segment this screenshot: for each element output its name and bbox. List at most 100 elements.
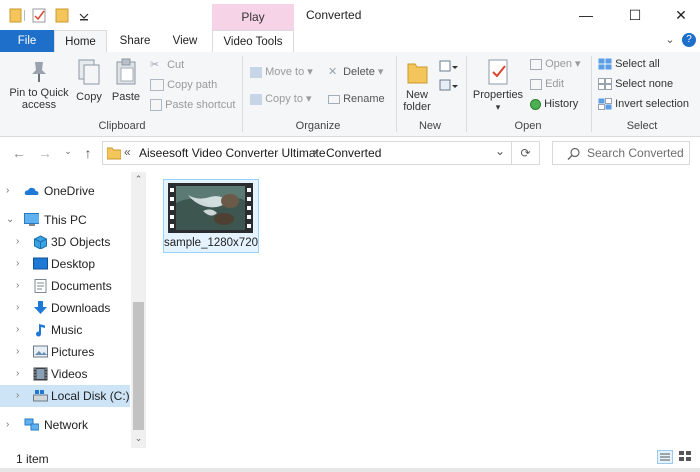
nav-item-network[interactable]: › Network: [0, 414, 130, 436]
cloud-icon: [24, 187, 39, 195]
new-folder-label: New folder: [403, 89, 431, 113]
select-none-button[interactable]: Select none: [598, 75, 673, 93]
chevron-down-icon[interactable]: ⌄: [6, 209, 14, 231]
breadcrumb-chevron-icon[interactable]: ›: [313, 145, 317, 159]
paste-shortcut-button[interactable]: Paste shortcut: [150, 96, 235, 114]
scroll-down-chevron-icon[interactable]: ⌄: [131, 433, 146, 444]
up-arrow-icon[interactable]: ↑: [80, 145, 96, 161]
copy-button[interactable]: Copy: [74, 58, 104, 103]
nav-item-documents[interactable]: › Documents: [0, 275, 130, 297]
nav-item-label: Desktop: [51, 257, 96, 271]
tab-home[interactable]: Home: [54, 30, 107, 52]
breadcrumb-overflow[interactable]: «: [124, 145, 131, 159]
details-view-button[interactable]: [657, 450, 673, 464]
chevron-right-icon[interactable]: ›: [16, 319, 19, 341]
edit-button[interactable]: Edit: [530, 75, 564, 93]
help-icon[interactable]: ?: [682, 33, 696, 47]
chevron-right-icon[interactable]: ›: [16, 385, 19, 407]
select-all-icon: [598, 58, 612, 70]
nav-item-local-disk[interactable]: › Local Disk (C:): [0, 385, 130, 407]
minimize-button[interactable]: —: [563, 0, 609, 30]
cut-button[interactable]: ✂ Cut: [150, 56, 184, 74]
paste-button[interactable]: Paste: [110, 58, 142, 103]
copy-path-button[interactable]: Copy path: [150, 76, 217, 94]
chevron-right-icon[interactable]: ›: [16, 253, 19, 275]
properties-label: Properties: [472, 89, 524, 101]
chevron-right-icon[interactable]: ›: [16, 341, 19, 363]
search-input[interactable]: [587, 143, 685, 163]
breadcrumb-item[interactable]: Aiseesoft Video Converter Ultimate: [139, 146, 326, 160]
status-bar: [0, 448, 700, 468]
nav-item-3d-objects[interactable]: › 3D Objects: [0, 231, 130, 253]
close-button[interactable]: ✕: [658, 0, 700, 30]
open-button[interactable]: Open ▾: [530, 55, 581, 73]
chevron-right-icon[interactable]: ›: [16, 363, 19, 385]
folder-icon: [107, 147, 121, 160]
chevron-right-icon[interactable]: ›: [6, 180, 9, 202]
tab-view[interactable]: View: [162, 30, 208, 52]
properties-button[interactable]: Properties ▾: [472, 58, 524, 113]
invert-selection-button[interactable]: Invert selection: [598, 95, 689, 113]
network-icon: [24, 418, 39, 431]
tab-file[interactable]: File: [0, 30, 54, 52]
new-folder-button[interactable]: New folder: [400, 58, 434, 113]
new-item-buttons[interactable]: [437, 58, 459, 98]
film-icon: [33, 367, 48, 381]
copy-to-button[interactable]: Copy to ▾: [250, 90, 312, 108]
chevron-right-icon[interactable]: ›: [16, 297, 19, 319]
large-icons-view-icon: [679, 451, 691, 461]
move-to-button[interactable]: Move to ▾: [250, 63, 313, 81]
nav-item-music[interactable]: › Music: [0, 319, 130, 341]
scissors-icon: ✂: [150, 59, 160, 72]
chevron-right-icon[interactable]: ›: [16, 275, 19, 297]
tab-share[interactable]: Share: [110, 30, 160, 52]
chevron-right-icon[interactable]: ›: [6, 414, 9, 436]
ribbon-separator: [591, 56, 592, 132]
scroll-up-chevron-icon[interactable]: ⌃: [131, 174, 146, 185]
search-box[interactable]: [552, 141, 690, 165]
breadcrumb-item[interactable]: Converted: [326, 146, 381, 160]
properties-check-icon: [488, 59, 508, 85]
back-arrow-icon[interactable]: ←: [10, 145, 28, 161]
contextual-tab-play[interactable]: Play: [212, 4, 294, 30]
delete-button[interactable]: ✕ Delete ▾: [328, 63, 383, 81]
nav-item-downloads[interactable]: › Downloads: [0, 297, 130, 319]
group-label-select: Select: [626, 120, 658, 132]
copy-to-icon: [250, 93, 262, 105]
nav-item-label: Pictures: [51, 345, 95, 359]
nav-item-this-pc[interactable]: ⌄ This PC: [0, 209, 130, 231]
folder-icon: [9, 8, 22, 23]
group-label-organize: Organize: [295, 120, 341, 132]
paste-shortcut-label: Paste shortcut: [165, 99, 236, 111]
edit-pencil-icon: [530, 78, 542, 90]
refresh-button[interactable]: ⟳: [512, 141, 540, 165]
invert-selection-label: Invert selection: [615, 98, 690, 110]
group-label-open: Open: [514, 120, 542, 132]
rename-button[interactable]: Rename: [328, 90, 385, 108]
nav-item-videos[interactable]: › Videos: [0, 363, 130, 385]
chevron-right-icon[interactable]: ›: [16, 231, 19, 253]
chevron-down-icon: [79, 13, 89, 19]
address-bar[interactable]: « Aiseesoft Video Converter Ultimate › C…: [102, 141, 512, 165]
large-icons-view-button[interactable]: [678, 450, 694, 464]
chevron-down-icon[interactable]: ⌄: [664, 33, 676, 47]
forward-arrow-icon[interactable]: →: [36, 145, 54, 161]
nav-item-desktop[interactable]: › Desktop: [0, 253, 130, 275]
document-icon: [34, 279, 47, 293]
select-all-button[interactable]: Select all: [598, 55, 660, 73]
tab-video-tools[interactable]: Video Tools: [212, 30, 294, 52]
recent-locations-chevron-icon[interactable]: ⌄: [62, 146, 74, 162]
chevron-down-icon: ▾: [495, 102, 501, 112]
nav-item-pictures[interactable]: › Pictures: [0, 341, 130, 363]
copy-path-label: Copy path: [167, 79, 218, 91]
maximize-button[interactable]: ☐: [612, 0, 658, 30]
nav-item-onedrive[interactable]: › OneDrive: [0, 180, 130, 202]
scrollbar-thumb[interactable]: [133, 302, 144, 430]
delete-label: Delete: [343, 66, 375, 78]
history-button[interactable]: History: [530, 95, 578, 113]
drive-icon: [33, 390, 48, 402]
address-dropdown-chevron-icon[interactable]: ⌄: [495, 144, 505, 158]
pin-to-quick-access-button[interactable]: Pin to Quick access: [6, 58, 72, 111]
music-note-icon: [36, 324, 45, 337]
monitor-icon: [24, 213, 39, 226]
